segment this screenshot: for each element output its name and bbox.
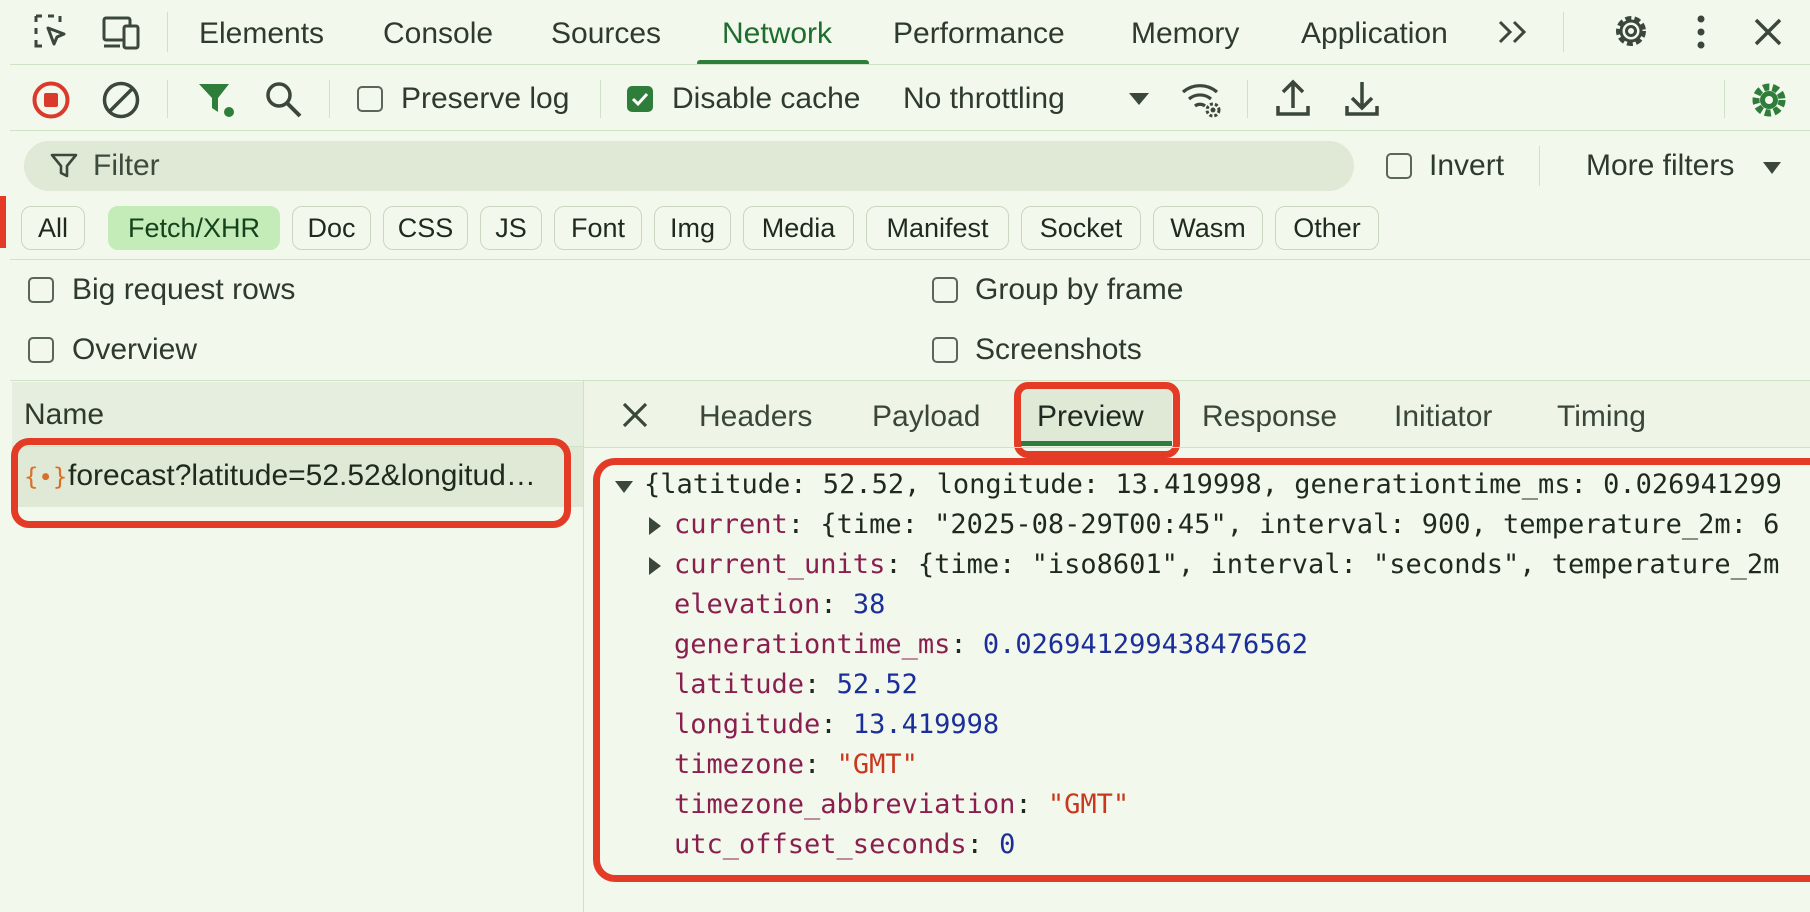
type-filter-media[interactable]: Media — [743, 206, 854, 250]
network-conditions-icon[interactable] — [1180, 78, 1224, 120]
clear-log-button[interactable] — [101, 80, 141, 120]
tab-response[interactable]: Response — [1202, 400, 1337, 434]
tab-console[interactable]: Console — [383, 8, 493, 60]
type-filter-img[interactable]: Img — [654, 206, 731, 250]
export-har-icon[interactable] — [1344, 78, 1380, 118]
search-icon[interactable] — [264, 80, 304, 120]
big-request-rows-checkbox[interactable] — [28, 277, 54, 303]
chevron-down-icon[interactable] — [1128, 92, 1150, 106]
more-filters-dropdown[interactable]: More filters — [1586, 149, 1734, 183]
inspect-element-icon[interactable] — [32, 12, 72, 52]
type-filter-css[interactable]: CSS — [383, 206, 468, 250]
name-column-header[interactable]: Name — [24, 398, 104, 432]
tab-elements[interactable]: Elements — [199, 8, 324, 60]
tab-network[interactable]: Network — [722, 8, 832, 60]
tab-performance[interactable]: Performance — [893, 8, 1065, 60]
filter-icon — [50, 152, 78, 180]
type-filter-fetch-xhr[interactable]: Fetch/XHR — [108, 206, 280, 250]
screenshots-checkbox[interactable] — [932, 337, 958, 363]
preserve-log-label: Preserve log — [401, 82, 570, 115]
preserve-log-checkbox[interactable] — [357, 86, 383, 112]
close-devtools-icon[interactable] — [1752, 16, 1784, 48]
type-filter-js[interactable]: JS — [480, 206, 542, 250]
close-details-icon[interactable] — [620, 400, 650, 430]
throttling-select[interactable]: No throttling — [903, 82, 1065, 116]
filter-input[interactable] — [24, 141, 1354, 191]
type-filter-doc[interactable]: Doc — [292, 206, 371, 250]
settings-gear-icon[interactable] — [1610, 10, 1652, 52]
tab-headers[interactable]: Headers — [699, 400, 812, 434]
type-filter-wasm[interactable]: Wasm — [1153, 206, 1263, 250]
tab-memory[interactable]: Memory — [1131, 8, 1239, 60]
type-filter-manifest[interactable]: Manifest — [866, 206, 1009, 250]
device-toolbar-icon[interactable] — [100, 12, 144, 52]
invert-checkbox[interactable] — [1386, 153, 1412, 179]
tab-payload[interactable]: Payload — [872, 400, 980, 434]
tab-timing[interactable]: Timing — [1557, 400, 1646, 434]
disable-cache-checkbox[interactable] — [627, 86, 653, 112]
type-filter-all[interactable]: All — [21, 206, 85, 250]
type-filter-other[interactable]: Other — [1275, 206, 1379, 250]
overview-checkbox[interactable] — [28, 337, 54, 363]
group-by-frame-checkbox[interactable] — [932, 277, 958, 303]
network-settings-gear-icon[interactable] — [1749, 80, 1789, 120]
import-har-icon[interactable] — [1275, 78, 1311, 118]
stop-recording-button[interactable] — [31, 80, 71, 120]
tab-initiator[interactable]: Initiator — [1394, 400, 1492, 434]
invert-label: Invert — [1429, 149, 1505, 182]
overview-label: Overview — [72, 333, 198, 366]
more-filters-chevron-icon[interactable] — [1762, 161, 1782, 175]
type-filter-font[interactable]: Font — [554, 206, 642, 250]
more-tabs-icon[interactable] — [1496, 16, 1532, 48]
big-request-rows-label: Big request rows — [72, 273, 296, 306]
filter-placeholder: Filter — [93, 149, 160, 182]
tab-application[interactable]: Application — [1301, 8, 1448, 60]
request-highlight-box — [11, 438, 571, 528]
edge-marker — [0, 196, 6, 248]
more-options-icon[interactable] — [1693, 14, 1709, 50]
disable-cache-label: Disable cache — [672, 82, 861, 115]
screenshots-label: Screenshots — [975, 333, 1142, 366]
group-by-frame-label: Group by frame — [975, 273, 1184, 306]
filter-funnel-icon[interactable] — [197, 80, 237, 120]
type-filter-socket[interactable]: Socket — [1021, 206, 1141, 250]
preview-highlight-box — [593, 458, 1810, 882]
tab-sources[interactable]: Sources — [551, 8, 661, 60]
